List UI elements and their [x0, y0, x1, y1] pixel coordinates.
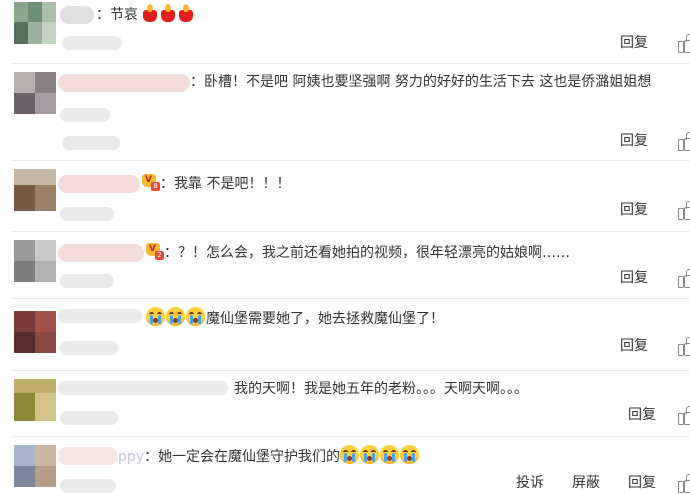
reply-button[interactable]: 回复 — [620, 33, 648, 53]
comment-item: ：节哀 回复 — [0, 0, 690, 56]
blurred-timestamp — [62, 36, 122, 50]
comment-text: V 8 ：我靠 不是吧！！！ — [140, 173, 290, 194]
blurred-timestamp — [60, 479, 116, 493]
crying-emoji — [186, 307, 205, 326]
thumbs-up-icon[interactable] — [678, 337, 690, 356]
avatar[interactable] — [14, 2, 56, 44]
thumbs-up-icon[interactable] — [678, 132, 690, 151]
crying-emoji — [380, 445, 400, 464]
blurred-timestamp — [60, 411, 118, 425]
reply-button[interactable]: 回复 — [620, 268, 648, 288]
crying-emoji — [360, 445, 380, 464]
candle-emoji — [178, 4, 194, 22]
thumbs-up-icon[interactable] — [678, 474, 690, 493]
comment-text-value: 我的天啊！我是她五年的老粉。。。天啊天啊。。。 — [234, 381, 528, 397]
thumbs-up-icon[interactable] — [678, 201, 690, 220]
avatar[interactable] — [14, 240, 56, 282]
comment-item: 魔仙堡需要她了，她去拯救魔仙堡了！ 回复 — [0, 299, 690, 369]
reply-button[interactable]: 回复 — [620, 131, 648, 151]
avatar[interactable] — [14, 169, 56, 211]
comment-item: ppy：她一定会在魔仙堡守护我们的 投诉 屏蔽 回复 — [0, 437, 690, 494]
blurred-username — [58, 309, 142, 323]
comment-item: ：卧槽！不是吧 阿姨也要坚强啊 努力的好好的生活下去 这也是侨潞姐姐想 回复 — [0, 64, 690, 158]
blurred-timestamp — [60, 108, 110, 122]
reply-button[interactable]: 回复 — [628, 405, 656, 425]
blurred-username — [58, 381, 228, 395]
comment-item: V 8 ：我靠 不是吧！！！ 回复 — [0, 161, 690, 229]
avatar[interactable] — [14, 445, 56, 487]
comment-text-value: 魔仙堡需要她了，她去拯救魔仙堡了！ — [206, 311, 444, 327]
comment-item: V 2 ：？！怎么会，我之前还看她拍的视频，很年轻漂亮的姑娘啊…… 回复 — [0, 232, 690, 298]
comment-text: ppy：她一定会在魔仙堡守护我们的 — [118, 445, 420, 467]
crying-emoji — [166, 307, 185, 326]
reply-button[interactable]: 回复 — [620, 200, 648, 220]
vip-crown-icon: V8 — [140, 173, 160, 191]
report-button[interactable]: 投诉 — [516, 473, 544, 493]
blurred-username — [58, 74, 190, 92]
avatar[interactable] — [14, 379, 56, 421]
avatar[interactable] — [14, 72, 56, 114]
thumbs-up-icon[interactable] — [678, 269, 690, 288]
blurred-username — [58, 244, 144, 262]
avatar[interactable] — [14, 311, 56, 353]
comment-text-value: 我靠 不是吧！！！ — [174, 176, 291, 192]
crying-emoji — [146, 307, 165, 326]
reply-button[interactable]: 回复 — [620, 336, 648, 356]
username-fragment[interactable]: ppy — [118, 449, 144, 465]
comment-text-value: ？！怎么会，我之前还看她拍的视频，很年轻漂亮的姑娘啊…… — [178, 245, 570, 261]
blurred-timestamp — [60, 207, 114, 221]
crying-emoji — [340, 445, 360, 464]
comment-text: 我的天啊！我是她五年的老粉。。。天啊天啊。。。 — [234, 379, 528, 399]
block-button[interactable]: 屏蔽 — [572, 473, 600, 493]
comment-text: ：节哀 — [96, 4, 196, 25]
comment-text: 魔仙堡需要她了，她去拯救魔仙堡了！ — [146, 307, 444, 329]
comment-text: ：卧槽！不是吧 阿姨也要坚强啊 努力的好好的生活下去 这也是侨潞姐姐想 — [190, 74, 652, 90]
blurred-username — [58, 175, 140, 193]
vip-crown-icon: V2 — [144, 242, 164, 260]
candle-emoji — [160, 4, 176, 22]
comment-text-value: 卧槽！不是吧 阿姨也要坚强啊 努力的好好的生活下去 这也是侨潞姐姐想 — [204, 74, 652, 90]
blurred-timestamp — [60, 274, 114, 288]
blurred-username — [58, 447, 118, 465]
crying-emoji — [400, 445, 420, 464]
comment-item: 我的天啊！我是她五年的老粉。。。天啊天啊。。。 回复 — [0, 371, 690, 435]
comment-text: V 2 ：？！怎么会，我之前还看她拍的视频，很年轻漂亮的姑娘啊…… — [144, 242, 570, 263]
thumbs-up-icon[interactable] — [678, 34, 690, 53]
comment-text-value: 她一定会在魔仙堡守护我们的 — [158, 449, 341, 465]
candle-emoji — [142, 4, 158, 22]
thumbs-up-icon[interactable] — [678, 406, 690, 425]
reply-button[interactable]: 回复 — [628, 473, 656, 493]
colon: ： — [96, 7, 110, 23]
blurred-timestamp — [62, 136, 120, 150]
blurred-username — [60, 6, 94, 24]
blurred-timestamp — [60, 341, 118, 355]
comment-text-value: 节哀 — [110, 7, 138, 23]
